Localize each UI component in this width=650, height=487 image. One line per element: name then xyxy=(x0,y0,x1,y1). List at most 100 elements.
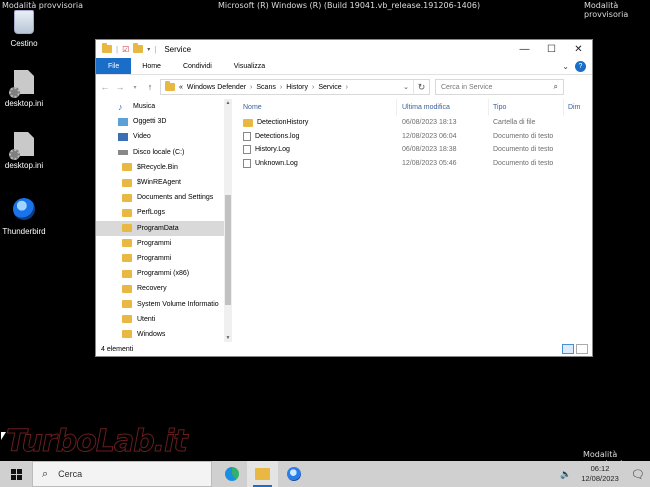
file-explorer-icon xyxy=(255,468,270,480)
tab-home[interactable]: Home xyxy=(131,58,172,74)
start-button[interactable] xyxy=(0,461,32,487)
desktop-icon-desktop-ini[interactable]: desktop.ini xyxy=(0,70,48,108)
nav-item[interactable]: $WinREAgent xyxy=(96,175,232,190)
nav-item[interactable]: Documents and Settings xyxy=(96,190,232,205)
folder-icon xyxy=(243,118,253,127)
mouse-cursor xyxy=(1,432,6,440)
nav-item[interactable]: Utenti xyxy=(96,312,232,327)
breadcrumb-item[interactable]: Service xyxy=(318,84,341,91)
forward-arrow-icon[interactable]: → xyxy=(115,82,125,92)
details-view-button[interactable] xyxy=(562,344,574,354)
build-watermark: Microsoft (R) Windows (R) (Build 19041.v… xyxy=(218,1,481,10)
navigation-bar: ← → ▾ ↑ « Windows Defender › Scans › His… xyxy=(96,75,592,99)
file-name: Unknown.Log xyxy=(255,159,298,167)
file-type: Documento di testo xyxy=(493,132,554,140)
file-row[interactable]: DetectionHistory 06/08/2023 18:13 Cartella… xyxy=(232,116,592,130)
recent-locations-icon[interactable]: ▾ xyxy=(130,84,140,91)
back-arrow-icon[interactable]: ← xyxy=(100,82,110,92)
close-button[interactable]: ✕ xyxy=(565,40,592,58)
clock[interactable]: 06:12 12/08/2023 xyxy=(574,464,626,484)
file-type: Cartella di file xyxy=(493,119,536,127)
nav-item-label: $WinREAgent xyxy=(137,179,181,187)
nav-item[interactable]: Disco locale (C:) xyxy=(96,145,232,160)
folder-icon xyxy=(122,163,132,172)
nav-item-label: System Volume Informatio xyxy=(137,300,219,308)
nav-item-label: ProgramData xyxy=(137,224,179,232)
search-input[interactable]: Cerca in Service ⌕ xyxy=(435,79,564,95)
desktop-icon-desktop-ini[interactable]: desktop.ini xyxy=(0,132,48,170)
nav-item[interactable]: Programmi xyxy=(96,251,232,266)
column-type[interactable]: Tipo xyxy=(489,99,564,116)
breadcrumb-item[interactable]: History xyxy=(286,84,308,91)
address-dropdown-icon[interactable]: ⌄ xyxy=(399,83,413,91)
nav-item-label: Video xyxy=(133,133,151,141)
help-icon[interactable]: ? xyxy=(575,60,586,72)
file-row[interactable]: Detections.log 12/08/2023 06:04 Documento … xyxy=(232,130,592,144)
nav-item[interactable]: Oggetti 3D xyxy=(96,114,232,129)
folder-icon xyxy=(122,269,132,278)
navigation-pane: ♪ Musica Oggetti 3D Video Disco locale (C:) $… xyxy=(96,99,232,342)
chevron-down-icon[interactable]: ▾ xyxy=(147,46,150,53)
column-modified[interactable]: Ultima modifica xyxy=(397,99,489,116)
minimize-button[interactable]: — xyxy=(511,40,538,58)
nav-item[interactable]: PerfLogs xyxy=(96,205,232,220)
nav-item[interactable]: ♪ Musica xyxy=(96,99,232,114)
nav-item-label: Programmi xyxy=(137,239,172,247)
properties-icon[interactable]: ☑ xyxy=(122,45,129,54)
search-placeholder: Cerca in Service xyxy=(441,83,493,91)
title-bar[interactable]: | ☑ ▾ | Service — ☐ ✕ xyxy=(96,40,592,58)
nav-item[interactable]: Programmi xyxy=(96,236,232,251)
nav-item[interactable]: Video xyxy=(96,129,232,144)
clock-date: 12/08/2023 xyxy=(581,474,619,483)
taskbar-thunderbird[interactable] xyxy=(278,461,309,487)
taskbar-edge[interactable] xyxy=(216,461,247,487)
tab-view[interactable]: Visualizza xyxy=(223,58,276,74)
folder-icon xyxy=(122,178,132,187)
breadcrumb-overflow[interactable]: « xyxy=(179,84,183,91)
folder-icon xyxy=(122,315,132,324)
column-size[interactable]: Dim xyxy=(564,99,592,116)
file-row[interactable]: Unknown.Log 12/08/2023 05:46 Documento di … xyxy=(232,157,592,171)
folder-icon xyxy=(122,300,132,309)
address-bar[interactable]: « Windows Defender › Scans › History › S… xyxy=(160,79,430,95)
explorer-window: | ☑ ▾ | Service — ☐ ✕ File Home Condivid… xyxy=(95,39,593,357)
nav-item[interactable]: Programmi (x86) xyxy=(96,266,232,281)
nav-item-label: $Recycle.Bin xyxy=(137,163,178,171)
breadcrumb-item[interactable]: Scans xyxy=(256,84,275,91)
large-icons-view-button[interactable] xyxy=(576,344,588,354)
ribbon-tabs: File Home Condividi Visualizza ⌄ ? xyxy=(96,58,592,75)
desktop-icon-thunderbird[interactable]: Thunderbird xyxy=(0,198,48,236)
notifications-icon[interactable]: 🗨 xyxy=(626,468,650,481)
tab-share[interactable]: Condividi xyxy=(172,58,223,74)
expand-ribbon-icon[interactable]: ⌄ xyxy=(562,62,569,71)
nav-item[interactable]: System Volume Informatio xyxy=(96,296,232,311)
desktop-icon-label: desktop.ini xyxy=(4,99,44,108)
column-headers: Nome Ultima modifica Tipo Dim xyxy=(232,99,592,116)
column-name[interactable]: Nome xyxy=(232,99,397,116)
file-row[interactable]: History.Log 06/08/2023 18:38 Documento di … xyxy=(232,143,592,157)
taskbar-file-explorer[interactable] xyxy=(247,461,278,487)
desktop-icon-recycle-bin[interactable]: Cestino xyxy=(0,10,48,48)
file-modified: 12/08/2023 05:46 xyxy=(402,159,457,167)
search-icon: ⌕ xyxy=(42,467,49,480)
safe-mode-watermark: Modalità provvisoria xyxy=(584,1,629,19)
nav-item[interactable]: $Recycle.Bin xyxy=(96,160,232,175)
tab-file[interactable]: File xyxy=(96,58,132,74)
nav-item[interactable]: Windows xyxy=(96,327,232,342)
up-arrow-icon[interactable]: ↑ xyxy=(145,82,155,92)
volume-icon[interactable]: 🔈 xyxy=(558,469,574,480)
refresh-icon[interactable]: ↻ xyxy=(413,80,429,94)
breadcrumb-item[interactable]: Windows Defender xyxy=(187,84,246,91)
file-modified: 06/08/2023 18:38 xyxy=(402,146,457,154)
folder-shortcut-icon xyxy=(122,193,132,202)
nav-item[interactable]: ProgramData xyxy=(96,220,232,236)
status-bar: 4 elementi xyxy=(96,342,592,356)
nav-item[interactable]: Recovery xyxy=(96,281,232,296)
maximize-button[interactable]: ☐ xyxy=(538,40,565,58)
new-folder-icon[interactable] xyxy=(133,43,144,53)
text-file-icon xyxy=(243,158,251,168)
taskbar-search[interactable]: ⌕ Cerca xyxy=(32,461,212,487)
nav-scrollbar[interactable]: ▲ ▼ xyxy=(224,99,232,342)
taskbar-search-placeholder: Cerca xyxy=(58,469,83,479)
edge-icon xyxy=(224,467,239,481)
